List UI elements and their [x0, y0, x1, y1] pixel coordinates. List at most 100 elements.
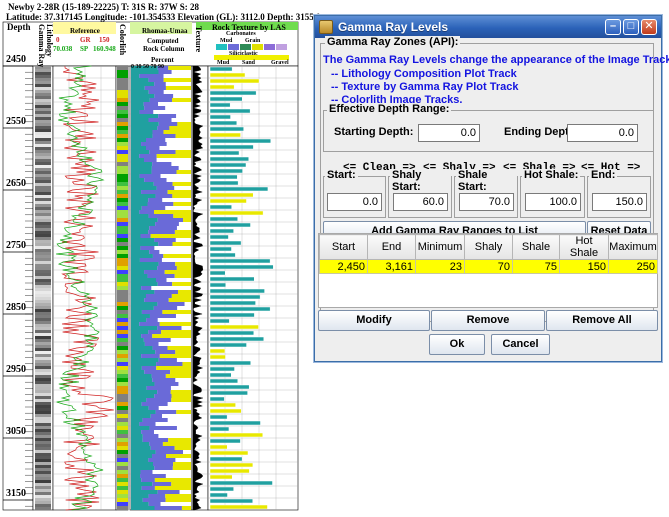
rock-sand	[165, 474, 191, 478]
rock-shale	[141, 354, 160, 358]
column-header-shale[interactable]: Shale	[512, 234, 560, 260]
rock-sand	[165, 138, 191, 142]
texture-bar	[209, 192, 254, 198]
colorlith-band	[117, 470, 128, 474]
rock-shale	[144, 270, 165, 274]
close-icon[interactable]: ✕	[641, 19, 657, 35]
rock-shale	[144, 106, 166, 110]
colorlith-band	[117, 82, 128, 86]
texture-track-header: Texture	[194, 26, 203, 53]
rock-carbonate	[131, 250, 150, 254]
info-text-3: -- Texture by Gamma Ray Plot Track	[331, 81, 519, 93]
cell-minimum: 23	[415, 259, 465, 274]
start-field[interactable]: 0.0	[327, 193, 382, 211]
gamma-image-band	[35, 375, 51, 378]
table-row[interactable]: 2,450 3,161 23 70 75 150 250	[319, 259, 658, 274]
column-header-maximum[interactable]: Maximum	[608, 234, 658, 260]
shale-start-field[interactable]: 70.0	[459, 193, 514, 211]
info-text-2: -- Lithology Composition Plot Track	[331, 68, 517, 80]
rock-shale	[139, 174, 161, 178]
end-field[interactable]: 150.0	[592, 193, 647, 211]
rock-sand	[165, 82, 191, 86]
colorlith-band	[117, 118, 128, 122]
rock-sand	[165, 86, 191, 90]
rock-shale	[149, 226, 177, 230]
rock-carbonate	[131, 114, 159, 118]
texture-bar	[209, 120, 238, 126]
texture-bar	[209, 204, 232, 210]
shale-start-legend: Shale Start:	[456, 169, 517, 193]
colorlith-band	[117, 226, 128, 230]
colorlith-band	[117, 110, 128, 114]
gamma-image-band	[35, 420, 51, 423]
gamma-ray-ranges-table[interactable]: Start End Minimum Shaly Shale Hot Shale …	[318, 233, 658, 308]
starting-depth-field[interactable]: 0.0	[418, 124, 480, 142]
rock-sand	[152, 334, 191, 338]
rock-carbonate	[131, 282, 158, 286]
shaly-start-field[interactable]: 60.0	[393, 193, 448, 211]
rock-shale	[142, 434, 159, 438]
rock-sand	[172, 194, 191, 198]
sand-header: Sand	[242, 60, 256, 66]
rock-carbonate	[131, 450, 156, 454]
rock-sand	[178, 222, 191, 226]
rock-shale	[144, 86, 166, 90]
gamma-image-band	[35, 90, 51, 93]
colorlith-band	[117, 218, 128, 222]
rock-carbonate	[131, 98, 150, 102]
maximize-icon[interactable]: □	[623, 19, 639, 35]
rock-carbonate	[131, 94, 155, 98]
gamma-image-band	[35, 495, 51, 498]
colorlith-band	[117, 262, 128, 266]
rock-sand	[169, 126, 191, 130]
rock-carbonate	[131, 358, 159, 362]
rock-shale	[153, 462, 174, 466]
gamma-image-band	[35, 378, 51, 381]
rock-sand	[161, 330, 191, 334]
texture-bar	[209, 456, 243, 462]
colorlith-band	[117, 398, 128, 402]
rock-carbonate	[131, 374, 152, 378]
rock-sand	[154, 210, 191, 214]
rock-shale	[140, 474, 166, 478]
column-header-hot-shale[interactable]: Hot Shale	[559, 234, 609, 260]
column-header-shaly[interactable]: Shaly	[464, 234, 513, 260]
texture-bar	[209, 84, 235, 90]
cancel-button[interactable]: Cancel	[491, 334, 550, 355]
texture-bar	[209, 252, 236, 258]
log-plot-panel: Newby 2-28R (15-189-22225) T: 31S R: 37W…	[0, 0, 321, 517]
colorlith-band	[117, 222, 128, 226]
column-header-minimum[interactable]: Minimum	[415, 234, 465, 260]
colorlith-band	[117, 162, 128, 166]
ending-depth-field[interactable]: 0.0	[567, 124, 638, 142]
rock-shale	[154, 82, 166, 86]
rock-shale	[149, 314, 176, 318]
gamma-image-band	[35, 285, 51, 288]
minimize-icon[interactable]: –	[605, 19, 621, 35]
rock-shale	[151, 170, 177, 174]
java-app-icon	[319, 20, 333, 34]
colorlith-band	[117, 254, 128, 258]
colorlith-band	[117, 450, 128, 454]
rock-carbonate	[131, 214, 149, 218]
texture-bar	[209, 246, 232, 252]
gamma-image-band	[35, 393, 51, 396]
texture-bar	[209, 504, 268, 510]
column-header-start[interactable]: Start	[319, 234, 368, 260]
rock-shale	[148, 118, 172, 122]
rock-shale	[148, 458, 176, 462]
remove-all-button[interactable]: Remove All	[546, 310, 658, 331]
remove-button[interactable]: Remove	[431, 310, 545, 331]
gamma-image-band	[35, 135, 51, 138]
gamma-image-band	[35, 225, 51, 228]
ok-button[interactable]: Ok	[429, 334, 485, 355]
gamma-image-band	[35, 456, 51, 459]
column-header-end[interactable]: End	[367, 234, 416, 260]
colorlith-band	[117, 170, 128, 174]
hot-shale-field[interactable]: 100.0	[525, 193, 581, 211]
gamma-image-band	[35, 447, 51, 450]
gr-scale-left: 0	[56, 36, 60, 44]
modify-button[interactable]: Modify	[318, 310, 430, 331]
rock-sand	[175, 378, 191, 382]
window-titlebar[interactable]: Gamma Ray Levels – □ ✕	[315, 16, 661, 38]
